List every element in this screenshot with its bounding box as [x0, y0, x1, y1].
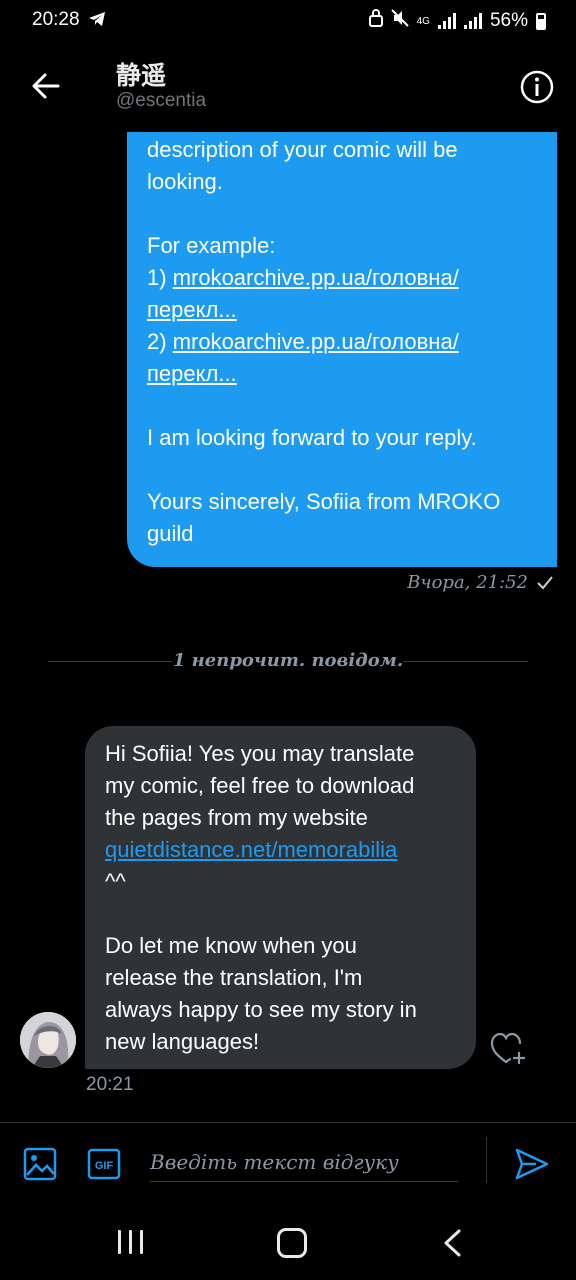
- battery-icon: [536, 12, 546, 30]
- system-navigation-bar: [0, 1202, 576, 1280]
- example-prefix: 2): [147, 329, 173, 354]
- incoming-timestamp: 20:21: [86, 1074, 134, 1095]
- signal-icon-2: [463, 13, 482, 29]
- example-1: 1) mrokoarchive.pp.ua/головна/: [147, 262, 535, 294]
- network-type: 4G: [416, 15, 430, 27]
- lock-icon: [368, 9, 383, 33]
- message-input[interactable]: [150, 1143, 458, 1182]
- example-prefix: 1): [147, 265, 173, 290]
- message-line: release the translation, I'm: [105, 965, 363, 990]
- send-button[interactable]: [514, 1146, 550, 1182]
- outgoing-message-bubble[interactable]: description of your comic will be lookin…: [127, 110, 557, 567]
- svg-text:GIF: GIF: [95, 1160, 114, 1172]
- contact-name[interactable]: 静遥: [116, 56, 166, 92]
- chevron-left-icon: [444, 1229, 461, 1257]
- example-link[interactable]: mrokoarchive.pp.ua/головна/: [173, 265, 459, 290]
- message-line: guild: [147, 521, 194, 546]
- send-icon: [515, 1148, 549, 1180]
- message-line: Hi Sofiia! Yes you may translate: [105, 741, 415, 766]
- back-arrow-icon: [32, 73, 60, 99]
- status-bar: 20:28 4G 56%: [0, 0, 576, 42]
- system-back-button[interactable]: [441, 1228, 463, 1263]
- check-icon: [537, 576, 553, 595]
- home-button[interactable]: [277, 1228, 307, 1258]
- image-icon: [23, 1147, 57, 1181]
- mute-icon: [390, 9, 409, 33]
- outgoing-timestamp: Вчора, 21:52: [407, 572, 528, 593]
- message-line: my comic, feel free to download: [105, 773, 415, 798]
- contact-handle[interactable]: @escentia: [116, 90, 206, 112]
- website-link[interactable]: quietdistance.net/memorabilia: [105, 837, 397, 862]
- gif-icon: GIF: [87, 1148, 121, 1180]
- add-gif-button[interactable]: GIF: [87, 1147, 121, 1181]
- info-button[interactable]: [520, 70, 554, 104]
- message-line: ^^: [105, 869, 126, 894]
- status-time: 20:28: [32, 9, 80, 30]
- avatar[interactable]: [20, 1012, 76, 1068]
- message-line: I am looking forward to your reply.: [147, 425, 477, 450]
- message-line: Do let me know when you: [105, 933, 357, 958]
- info-icon: [520, 70, 554, 104]
- battery-percent: 56%: [489, 10, 528, 31]
- composer-divider: [486, 1137, 487, 1183]
- heart-plus-icon: [490, 1032, 525, 1064]
- example-link[interactable]: mrokoarchive.pp.ua/головна/: [173, 329, 459, 354]
- message-line: Yours sincerely, Sofiia from MROKO: [147, 489, 501, 514]
- message-line: the pages from my website: [105, 805, 368, 830]
- incoming-message-bubble[interactable]: Hi Sofiia! Yes you may translate my comi…: [85, 726, 476, 1069]
- message-composer: GIF: [0, 1122, 576, 1203]
- signal-icon: [437, 13, 456, 29]
- message-line: new languages!: [105, 1029, 260, 1054]
- recent-apps-button[interactable]: [118, 1230, 143, 1254]
- message-line: For example:: [147, 233, 276, 258]
- example-link[interactable]: перекл...: [147, 297, 237, 322]
- message-line: always happy to see my story in: [105, 997, 417, 1022]
- example-link[interactable]: перекл...: [147, 361, 237, 386]
- react-button[interactable]: [490, 1031, 528, 1067]
- conversation-header: 静遥 @escentia: [0, 42, 576, 132]
- status-indicators: 4G 56%: [368, 9, 546, 33]
- add-photo-button[interactable]: [23, 1147, 57, 1181]
- example-2: 2) mrokoarchive.pp.ua/головна/: [147, 326, 535, 358]
- message-line: description of your comic will be: [147, 137, 458, 162]
- back-button[interactable]: [30, 70, 62, 102]
- divider-line: [404, 661, 528, 662]
- message-line: looking.: [147, 169, 223, 194]
- telegram-icon: [88, 11, 106, 32]
